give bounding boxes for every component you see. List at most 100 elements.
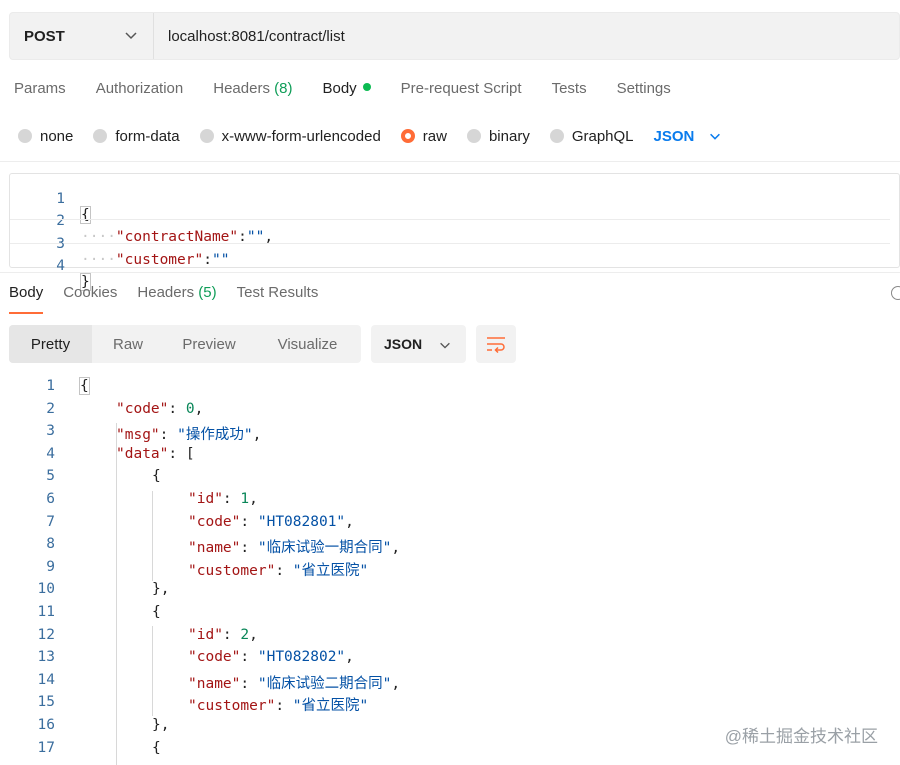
line-number: 4 [46,445,55,462]
divider [0,272,900,273]
json-string: "临床试验一期合同" [257,540,392,557]
watermark: @稀土掘金技术社区 [724,727,878,746]
tab-test-results[interactable]: Test Results [237,284,319,314]
wrap-lines-button[interactable] [476,325,516,363]
line-number: 8 [46,536,55,553]
chevron-down-icon [440,342,450,349]
tab-label: Authorization [95,80,184,97]
code-line: 2 ····"contractName":"", [10,197,273,245]
view-mode-group: Pretty Raw Preview Visualize [9,325,361,363]
line-number: 11 [37,604,55,620]
line-number: 1 [46,378,55,394]
response-body-viewer[interactable]: 1{ 2 "code": 0, 3 "msg": "操作成功", 4 "data": … [0,377,900,765]
tab-body[interactable]: Body [322,80,371,104]
line-number: 17 [37,739,55,756]
view-preview-button[interactable]: Preview [164,325,254,363]
tab-response-headers[interactable]: Headers (5) [137,284,216,314]
tab-label: Body [9,284,44,301]
json-string: "HT082802" [257,649,346,666]
radio-circle-icon [549,129,564,143]
response-format-select[interactable]: JSON [371,325,466,363]
code-line: 4 } [10,242,91,291]
json-string: "省立医院" [292,698,369,715]
raw-format-label: JSON [653,127,695,145]
chevron-down-icon [710,133,721,140]
colon: : [203,252,212,268]
json-number: 2 [240,626,250,643]
tab-pre-request-script[interactable]: Pre-request Script [401,80,522,104]
tab-label: Settings [616,80,671,97]
line-number: 9 [46,558,55,575]
indent-guide [152,626,153,716]
json-key: "code" [188,513,241,530]
indent-guide [116,423,117,765]
json-string: "操作成功" [177,427,253,444]
radio-form-data[interactable]: form-data [93,127,180,145]
json-key: "code" [188,649,241,666]
json-key: "code" [116,400,169,417]
radio-none[interactable]: none [18,128,73,145]
raw-format-select[interactable]: JSON [654,128,723,145]
radio-graphql[interactable]: GraphQL [549,127,634,145]
url-text: localhost:8081/contract/list [168,27,345,45]
line-number: 12 [37,626,55,643]
format-label: JSON [384,336,423,352]
indent-dots: ···· [81,252,116,268]
indent-guide [152,491,153,581]
radio-circle-icon [199,129,214,143]
json-string: "省立医院" [292,562,369,579]
tab-cookies[interactable]: Cookies [63,284,117,314]
button-label: Visualize [277,335,338,353]
radio-circle-icon [466,129,481,143]
radio-x-www-form-urlencoded[interactable]: x-www-form-urlencoded [199,127,381,145]
json-key: "msg" [116,427,160,444]
code-line-current: 3 ····"customer":"" [10,219,890,268]
headers-count: (5) [198,284,217,301]
code-line: 1 { [10,175,91,224]
tab-label: Test Results [236,284,319,301]
view-raw-button[interactable]: Raw [92,325,164,363]
line-number: 15 [37,694,55,711]
line-number: 10 [37,581,55,598]
radio-label: GraphQL [571,127,634,145]
view-visualize-button[interactable]: Visualize [254,325,361,363]
json-key: "customer" [115,252,204,268]
divider [0,161,900,162]
tab-label: Pre-request Script [400,80,522,97]
radio-selected-icon [400,129,415,143]
json-key: "name" [188,675,241,692]
radio-binary[interactable]: binary [466,128,530,145]
request-tabs: Params Authorization Headers (8) Body Pr… [14,80,701,104]
method-label: POST [24,27,65,45]
json-value: "" [211,252,230,268]
json-key: "customer" [188,698,276,715]
tab-headers[interactable]: Headers (8) [213,80,292,104]
button-label: Preview [182,335,236,353]
json-number: 0 [185,400,195,417]
radio-label: x-www-form-urlencoded [221,127,381,145]
request-body-editor[interactable]: 1 { 2 ····"contractName":"", 3 ····"cust… [9,173,900,291]
tab-authorization[interactable]: Authorization [96,80,184,104]
json-string: "HT082801" [257,513,346,530]
radio-label: form-data [115,127,180,145]
line-number: 7 [46,513,55,530]
tab-label: Headers [213,80,270,97]
json-key: "id" [188,491,223,507]
globe-icon[interactable] [891,286,900,300]
line-number: 14 [37,671,55,688]
tab-label: Tests [551,80,587,97]
radio-label: none [40,127,74,145]
body-type-options: none form-data x-www-form-urlencoded raw… [18,125,722,147]
tab-settings[interactable]: Settings [617,80,671,104]
line-number: 16 [37,717,55,733]
radio-raw[interactable]: raw [400,128,447,145]
url-input[interactable]: localhost:8081/contract/list [168,13,345,59]
view-pretty-button[interactable]: Pretty [9,325,92,363]
json-key: "name" [188,540,241,557]
tab-response-body[interactable]: Body [9,284,44,314]
method-select[interactable]: POST [10,13,154,59]
tab-params[interactable]: Params [14,80,66,104]
tab-label: Params [14,80,66,97]
response-tabs: Body Cookies Headers (5) Test Results [9,284,338,314]
tab-tests[interactable]: Tests [552,80,587,104]
